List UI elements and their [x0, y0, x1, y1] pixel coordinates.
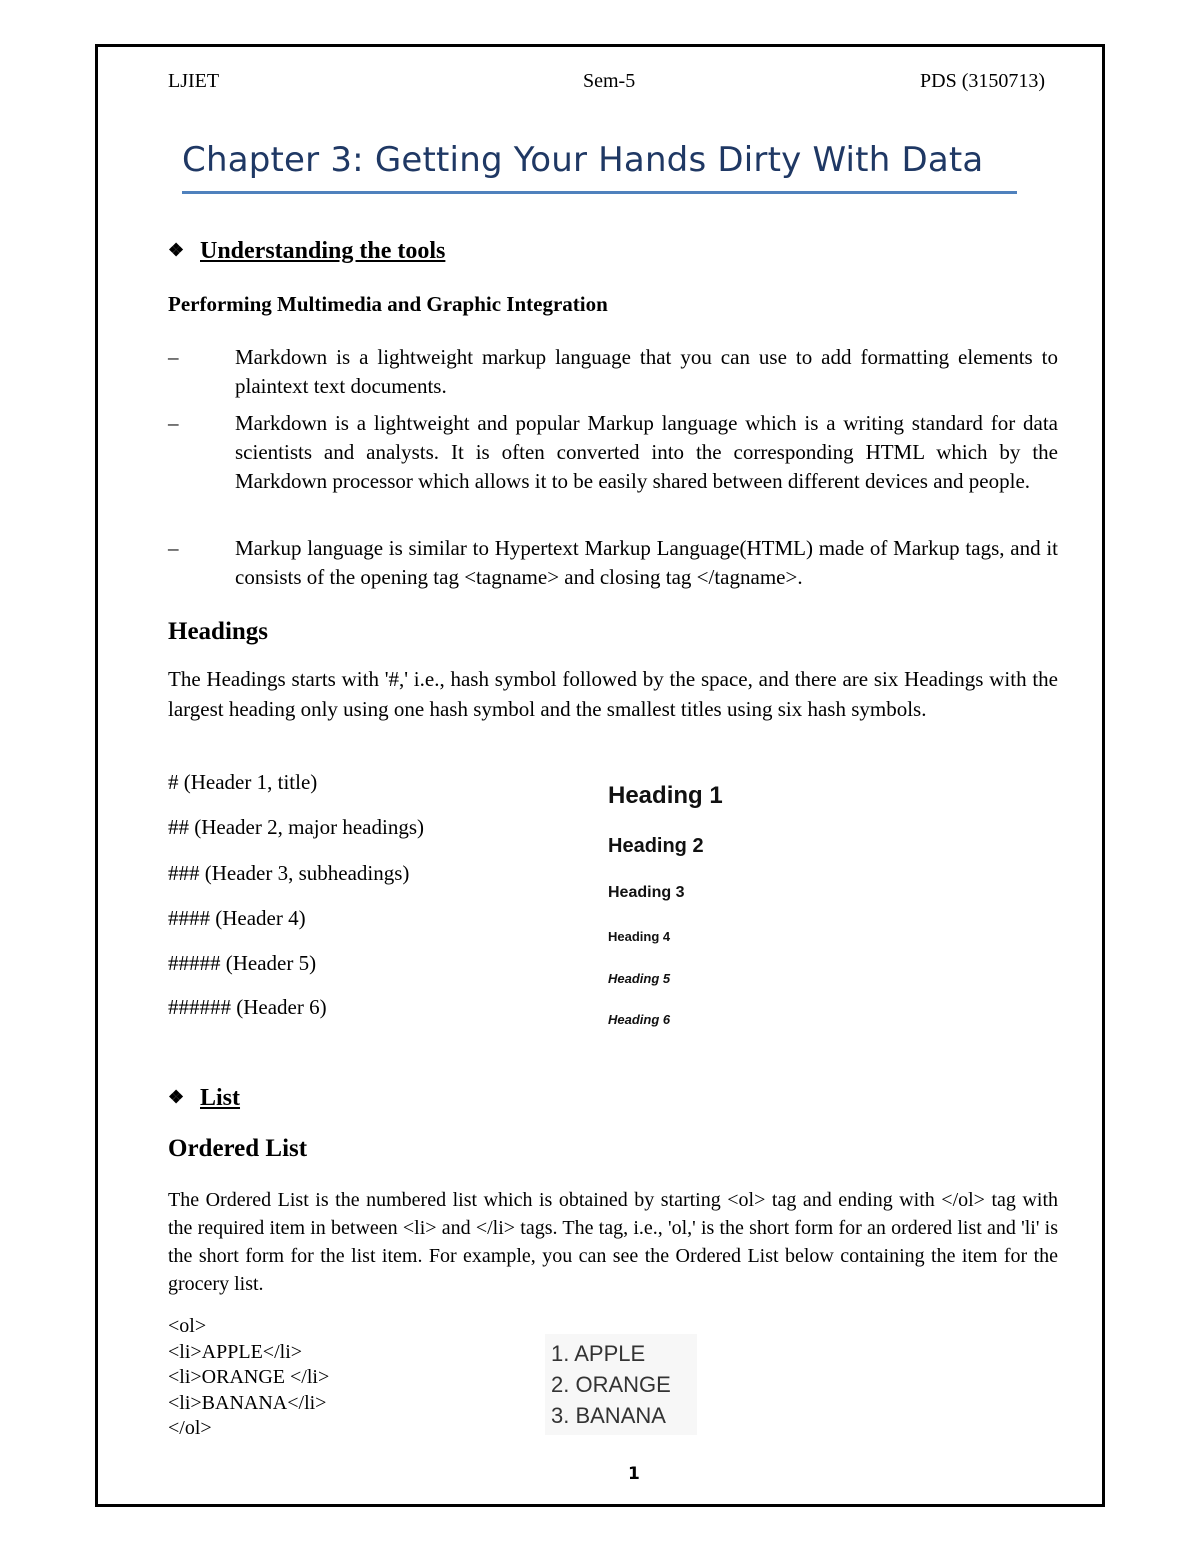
section-heading-list: ❖ List	[168, 1085, 240, 1112]
rendered-list-item: 1. APPLE	[551, 1341, 646, 1366]
four-diamond-icon: ❖	[168, 240, 185, 260]
rendered-heading-3: Heading 3	[608, 884, 685, 901]
rendered-heading-4: Heading 4	[608, 929, 671, 944]
rendered-ordered-list: 1. APPLE 2. ORANGE 3. BANANA	[545, 1334, 697, 1435]
title-underline	[182, 191, 1017, 194]
markdown-syntax-line: ### (Header 3, subheadings)	[168, 861, 410, 885]
markdown-syntax-line: # (Header 1, title)	[168, 770, 318, 794]
code-line: <li>ORANGE </li>	[168, 1366, 330, 1388]
rendered-heading-6: Heading 6	[608, 1012, 671, 1027]
headings-paragraph: The Headings starts with '#,' i.e., hash…	[168, 667, 1058, 721]
rendered-list-item: 3. BANANA	[551, 1403, 666, 1428]
headings-title: Headings	[168, 618, 269, 645]
header-semester: Sem-5	[583, 70, 636, 92]
markdown-syntax-line: ##### (Header 5)	[168, 951, 317, 975]
rendered-heading-2: Heading 2	[608, 835, 704, 857]
ordered-list-paragraph: The Ordered List is the numbered list wh…	[168, 1189, 1058, 1295]
four-diamond-icon: ❖	[168, 1087, 185, 1107]
section-heading-tools: ❖ Understanding the tools	[168, 238, 445, 265]
ordered-list-title: Ordered List	[168, 1135, 308, 1162]
markdown-syntax-line: ###### (Header 6)	[168, 995, 327, 1019]
rendered-list-item: 2. ORANGE	[551, 1372, 671, 1397]
section-heading-text: List	[200, 1085, 241, 1111]
dash-bullet-icon: –	[168, 411, 179, 435]
bullet-text: Markdown is a lightweight and popular Ma…	[235, 411, 1058, 493]
subheading-multimedia: Performing Multimedia and Graphic Integr…	[168, 292, 608, 316]
dash-bullet-icon: –	[168, 345, 179, 369]
dash-bullet-icon: –	[168, 536, 179, 560]
bullet-item: – Markdown is a lightweight and popular …	[168, 409, 1058, 496]
section-heading-text: Understanding the tools	[200, 238, 446, 264]
code-line: <li>APPLE</li>	[168, 1341, 303, 1363]
rendered-heading-1: Heading 1	[608, 782, 723, 809]
code-line: <ol>	[168, 1315, 207, 1337]
code-line: </ol>	[168, 1417, 212, 1439]
markdown-syntax-line: #### (Header 4)	[168, 906, 306, 930]
bullet-item: – Markup language is similar to Hypertex…	[168, 534, 1058, 592]
markdown-syntax-line: ## (Header 2, major headings)	[168, 815, 424, 839]
header-course: PDS (3150713)	[920, 70, 1046, 92]
page-number: 1	[628, 1464, 640, 1484]
code-line: <li>BANANA</li>	[168, 1392, 327, 1414]
rendered-heading-5: Heading 5	[608, 971, 671, 986]
chapter-title: Chapter 3: Getting Your Hands Dirty With…	[182, 140, 984, 180]
header-institution: LJIET	[168, 70, 220, 92]
bullet-item: – Markdown is a lightweight markup langu…	[168, 343, 1058, 401]
bullet-text: Markup language is similar to Hypertext …	[235, 536, 1058, 589]
bullet-text: Markdown is a lightweight markup languag…	[235, 345, 1058, 398]
